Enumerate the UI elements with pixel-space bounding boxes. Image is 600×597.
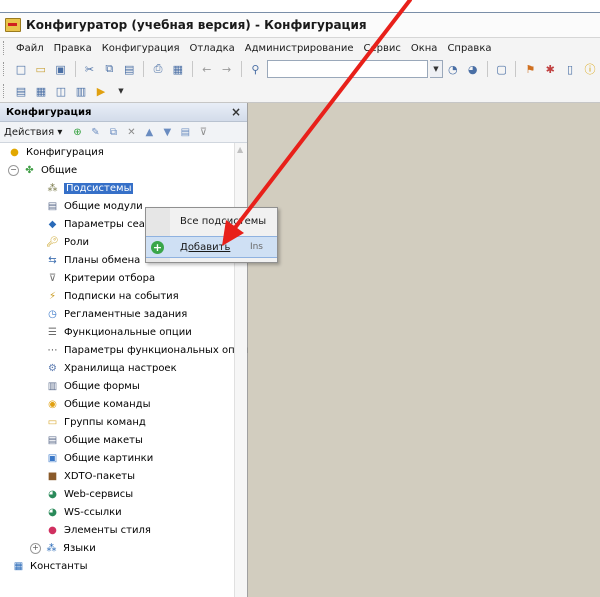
annotation-arrow bbox=[222, 0, 412, 246]
arrow-shaft bbox=[229, 0, 412, 235]
arrow-head bbox=[222, 220, 244, 246]
